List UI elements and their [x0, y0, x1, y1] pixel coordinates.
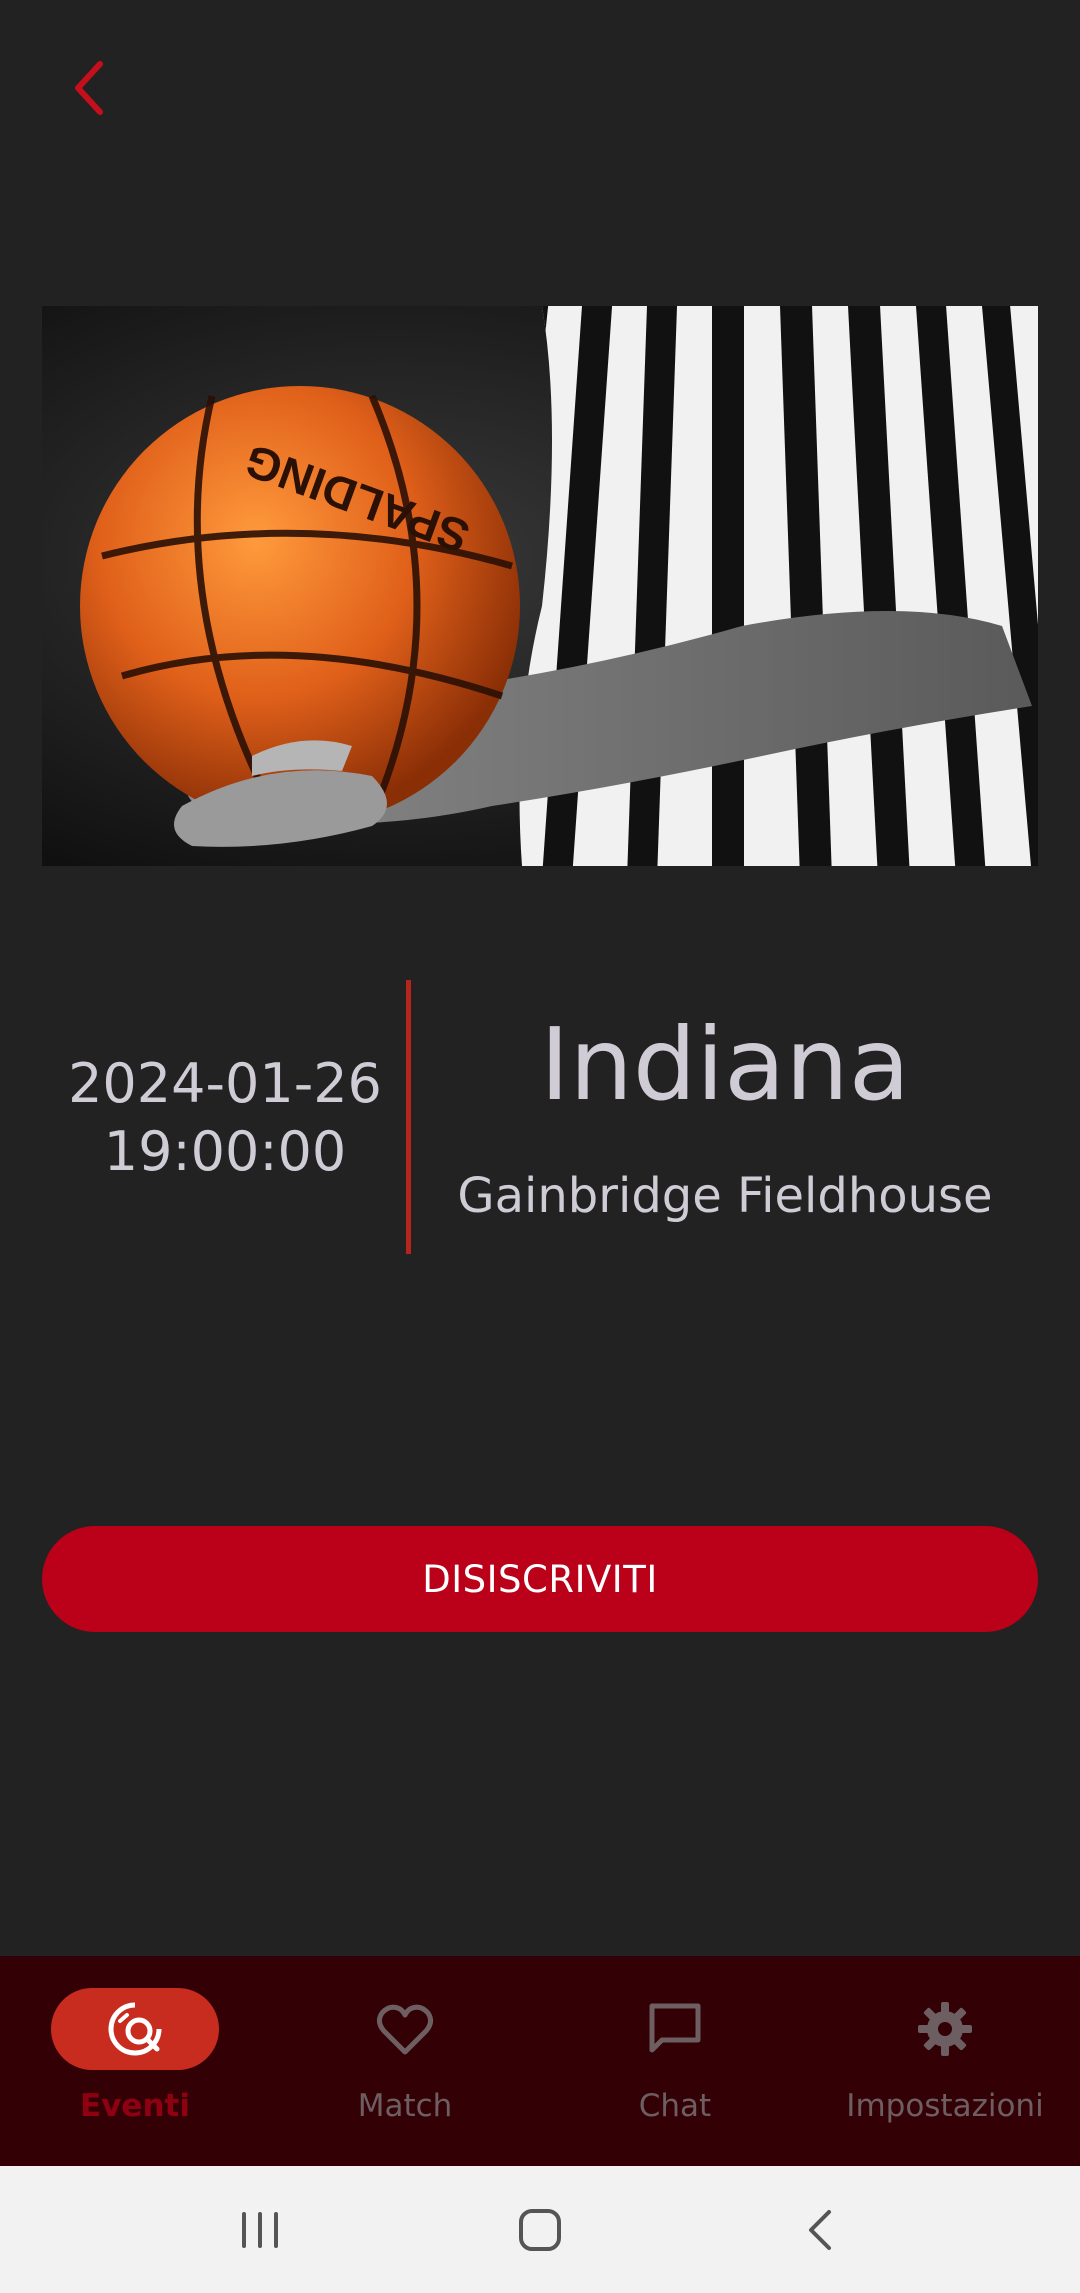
- nav-label-match: Match: [357, 2088, 453, 2124]
- recents-icon: [242, 2211, 278, 2248]
- nav-active-indicator: [51, 1988, 219, 2070]
- system-back-button[interactable]: [780, 2190, 860, 2270]
- back-button[interactable]: [58, 56, 122, 120]
- event-search-icon: [108, 2002, 162, 2056]
- nav-item-chat[interactable]: Chat: [540, 1956, 810, 2166]
- heart-icon: [376, 2004, 434, 2055]
- nav-label-impostazioni: Impostazioni: [846, 2088, 1044, 2124]
- event-datetime: 2024-01-26 19:00:00: [40, 1050, 410, 1186]
- event-hero-image: SPALDING: [42, 306, 1038, 866]
- event-venue: Gainbridge Fieldhouse: [457, 1168, 993, 1224]
- event-date: 2024-01-26: [68, 1052, 382, 1115]
- nav-item-match[interactable]: Match: [270, 1956, 540, 2166]
- system-navigation-bar: [0, 2166, 1080, 2293]
- nav-label-eventi: Eventi: [80, 2088, 190, 2124]
- system-back-icon: [809, 2209, 831, 2250]
- event-team: Indiana: [539, 1006, 911, 1123]
- gear-icon: [918, 2002, 972, 2056]
- event-time: 19:00:00: [103, 1120, 347, 1183]
- event-info: 2024-01-26 19:00:00 Indiana Gainbridge F…: [0, 980, 1080, 1254]
- chevron-left-icon: [75, 61, 103, 115]
- unsubscribe-button[interactable]: DISISCRIVITI: [42, 1526, 1038, 1632]
- home-icon: [519, 2208, 561, 2251]
- home-button[interactable]: [500, 2190, 580, 2270]
- nav-item-impostazioni[interactable]: Impostazioni: [810, 1956, 1080, 2166]
- nav-item-eventi[interactable]: Eventi: [0, 1956, 270, 2166]
- recents-button[interactable]: [220, 2190, 300, 2270]
- bottom-navigation: Eventi Match Chat Impostazioni: [0, 1956, 1080, 2166]
- info-divider: [406, 980, 411, 1254]
- nav-label-chat: Chat: [638, 2088, 712, 2124]
- chat-bubble-icon: [649, 2003, 701, 2053]
